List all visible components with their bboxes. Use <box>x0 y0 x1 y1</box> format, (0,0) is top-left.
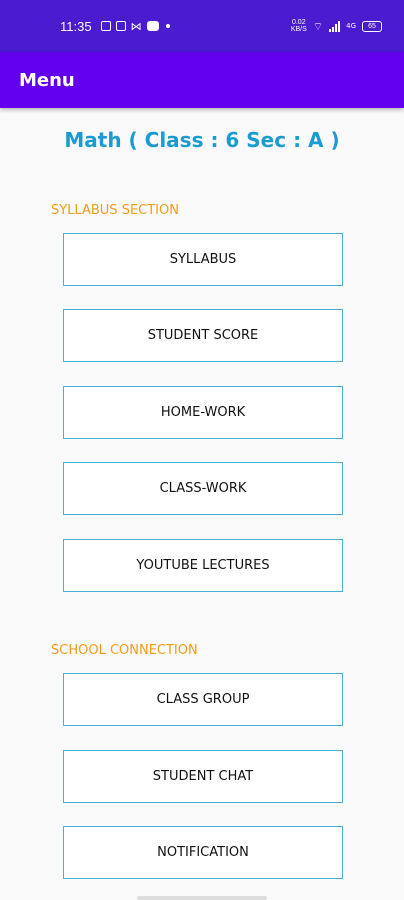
syllabus-section-header: SYLLABUS SECTION <box>51 203 179 218</box>
school-connection-header: SCHOOL CONNECTION <box>51 643 198 658</box>
cloud-icon <box>146 21 159 31</box>
app-bar-title: Menu <box>19 69 75 91</box>
student-chat-button[interactable]: STUDENT CHAT <box>63 750 343 803</box>
class-group-button[interactable]: CLASS GROUP <box>63 673 343 726</box>
home-work-button[interactable]: HOME-WORK <box>63 386 343 439</box>
notification-app-icon-2 <box>115 21 126 31</box>
signal-icon <box>329 20 341 32</box>
home-indicator[interactable] <box>137 896 267 900</box>
status-bar: 11:35 ⋈ 0.02 KB/S ⌔ 4G 65 <box>0 0 404 52</box>
status-left: 11:35 ⋈ <box>60 19 170 34</box>
student-score-button[interactable]: STUDENT SCORE <box>63 309 343 362</box>
status-time: 11:35 <box>60 18 92 34</box>
class-work-button[interactable]: CLASS-WORK <box>63 462 343 515</box>
status-right: 0.02 KB/S ⌔ 4G 65 <box>291 19 382 33</box>
page-title: Math ( Class : 6 Sec : A ) <box>64 128 340 152</box>
app-bar: Menu <box>0 52 404 108</box>
youtube-lectures-button[interactable]: YOUTUBE LECTURES <box>63 539 343 592</box>
more-notifications-dot-icon <box>165 24 170 28</box>
network-speed-value: 0.02 <box>291 19 306 26</box>
wifi-icon: ⌔ <box>312 19 324 33</box>
battery-icon: 65 <box>362 20 382 32</box>
notification-app-icon <box>100 21 111 31</box>
network-speed-unit: KB/S <box>290 26 307 33</box>
network-type-label: 4G <box>346 21 356 30</box>
syllabus-button[interactable]: SYLLABUS <box>63 233 343 286</box>
notification-button[interactable]: NOTIFICATION <box>63 826 343 879</box>
network-speed: 0.02 KB/S <box>291 19 307 33</box>
battery-level: 65 <box>368 22 376 30</box>
link-icon: ⋈ <box>130 19 142 33</box>
